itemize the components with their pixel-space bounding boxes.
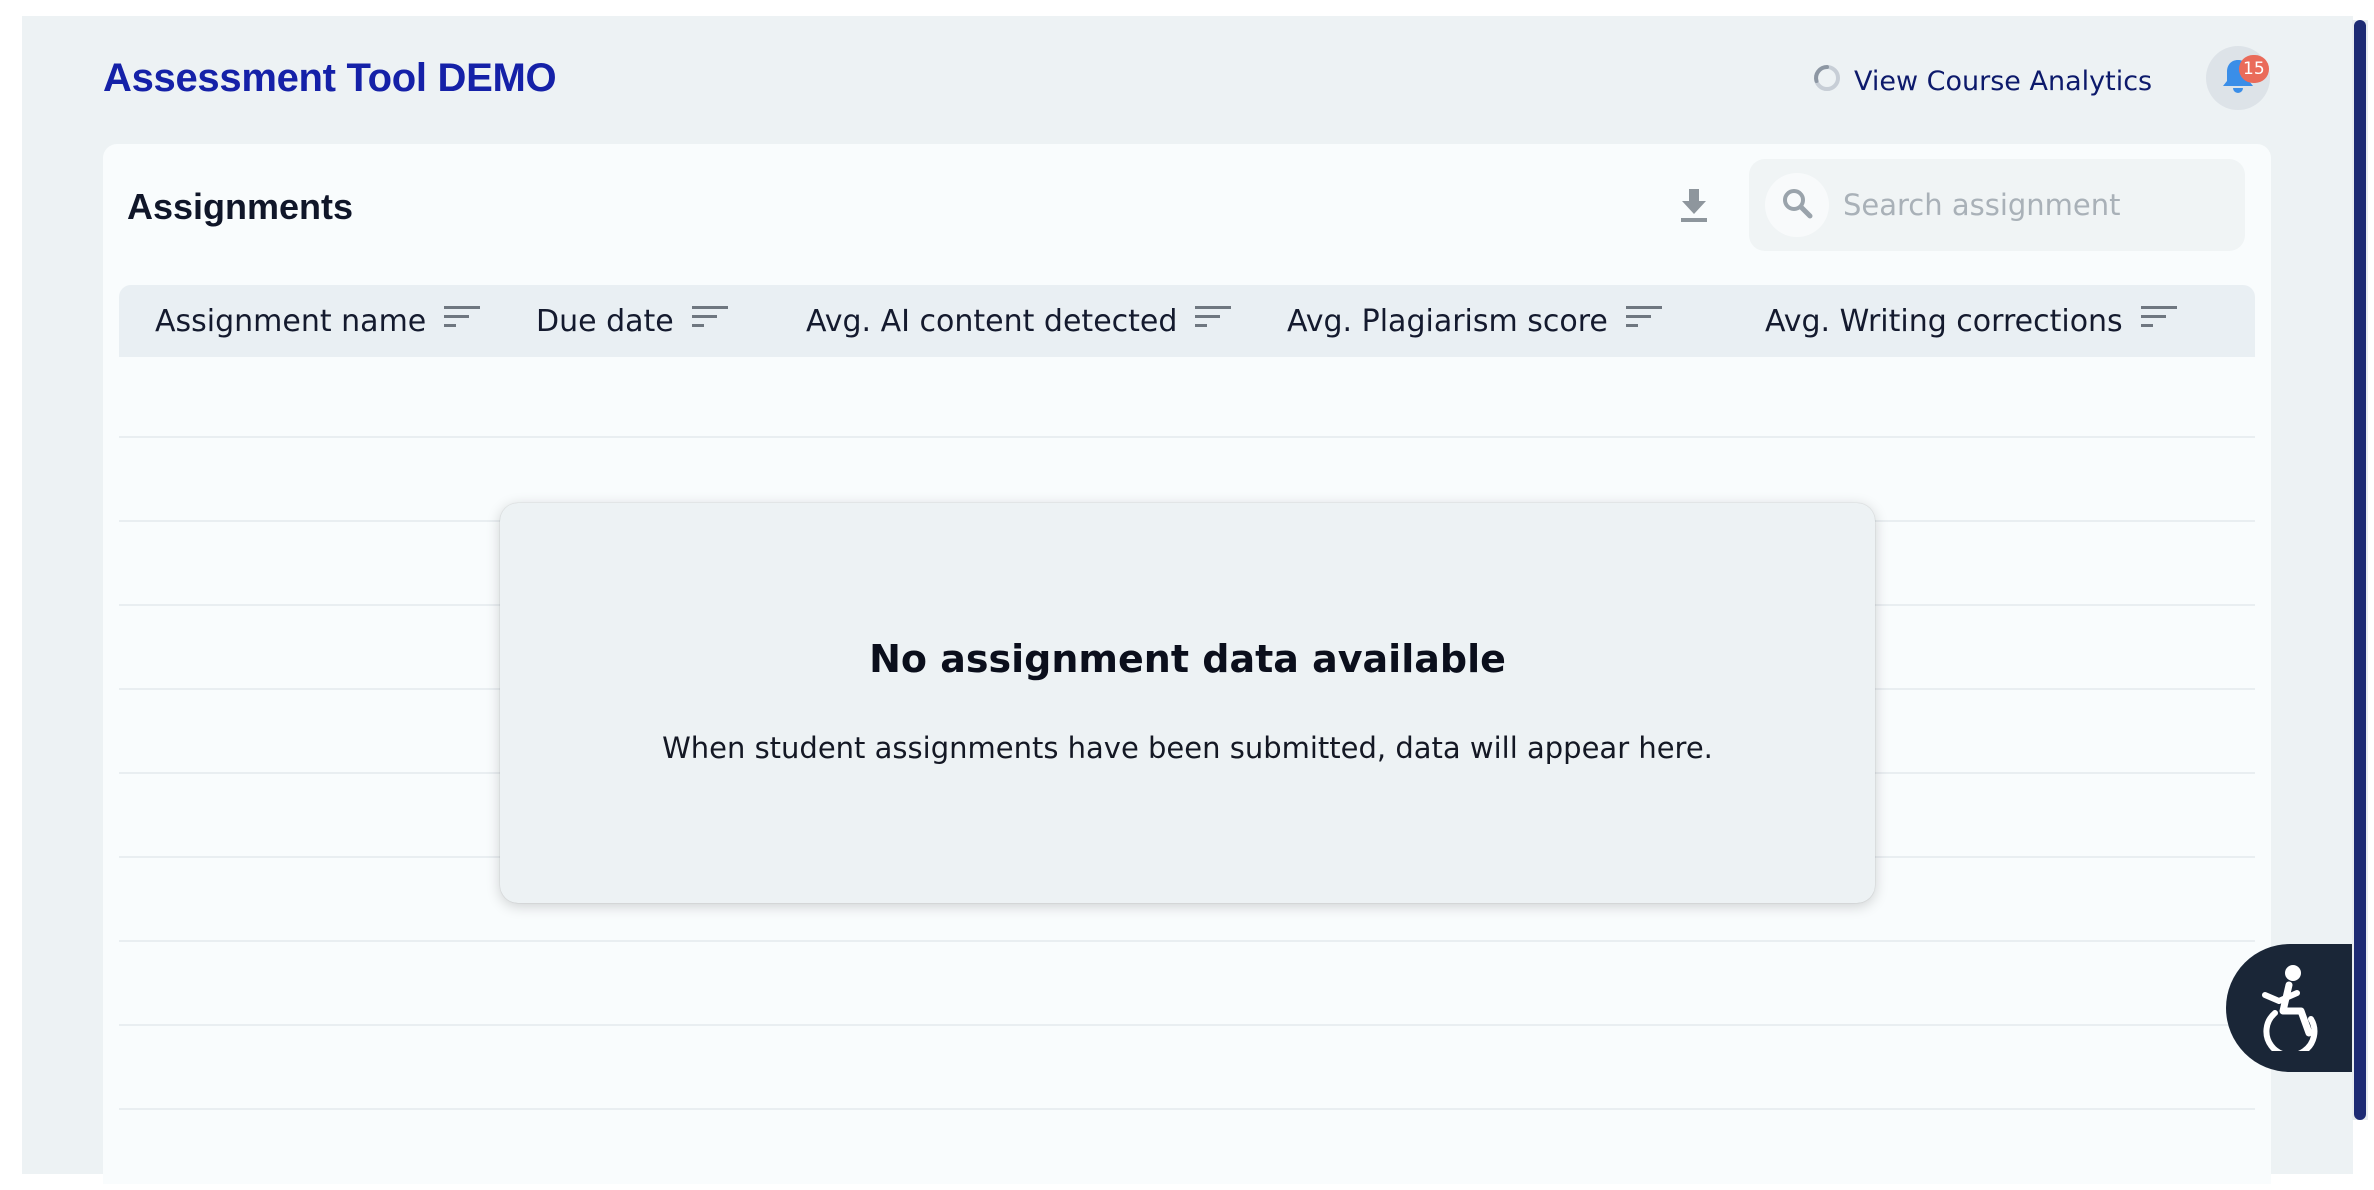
empty-state-dialog: No assignment data available When studen… [500, 503, 1875, 903]
table-row-divider [119, 436, 2255, 438]
column-header-avg-writing-corrections[interactable]: Avg. Writing corrections [1765, 285, 2179, 357]
table-row-divider [119, 940, 2255, 942]
notifications-button[interactable]: 15 [2206, 46, 2270, 110]
download-button[interactable] [1671, 184, 1717, 230]
column-header-label: Avg. AI content detected [806, 303, 1178, 339]
table-row-divider [119, 1108, 2255, 1110]
column-header-label: Assignment name [155, 303, 427, 339]
table-row-divider [119, 1024, 2255, 1026]
app-title: Assessment Tool DEMO [103, 56, 557, 100]
column-header-label: Avg. Plagiarism score [1287, 303, 1608, 339]
sort-lines-icon [691, 303, 730, 339]
sort-lines-icon [1195, 303, 1233, 339]
search-box [1749, 159, 2245, 251]
accessibility-icon [2249, 961, 2329, 1058]
search-icon [1780, 186, 1814, 225]
sort-lines-icon [1625, 303, 1664, 339]
table-header: Assignment name Due date Avg. AI content… [119, 285, 2255, 357]
sort-lines-icon [444, 303, 482, 339]
column-header-label: Due date [536, 303, 674, 339]
scrollbar-thumb[interactable] [2354, 20, 2366, 1120]
accessibility-button[interactable] [2226, 944, 2352, 1072]
notification-count-badge: 15 [2239, 55, 2269, 83]
download-icon [1677, 186, 1711, 229]
column-header-avg-plagiarism[interactable]: Avg. Plagiarism score [1287, 285, 1664, 357]
view-course-analytics-link[interactable]: View Course Analytics [1812, 61, 2152, 101]
vertical-scrollbar[interactable] [2352, 20, 2368, 1120]
view-course-analytics-label: View Course Analytics [1854, 65, 2153, 97]
sort-lines-icon [2140, 303, 2179, 339]
column-header-avg-ai-content[interactable]: Avg. AI content detected [806, 285, 1233, 357]
column-header-label: Avg. Writing corrections [1765, 303, 2123, 339]
search-input[interactable] [1843, 188, 2223, 222]
column-header-assignment-name[interactable]: Assignment name [155, 285, 482, 357]
search-icon-button[interactable] [1765, 173, 1829, 237]
assignments-title: Assignments [127, 186, 354, 227]
empty-state-title: No assignment data available [869, 637, 1506, 681]
loading-ring-icon [1812, 63, 1842, 100]
empty-state-message: When student assignments have been submi… [662, 731, 1713, 765]
column-header-due-date[interactable]: Due date [536, 285, 730, 357]
